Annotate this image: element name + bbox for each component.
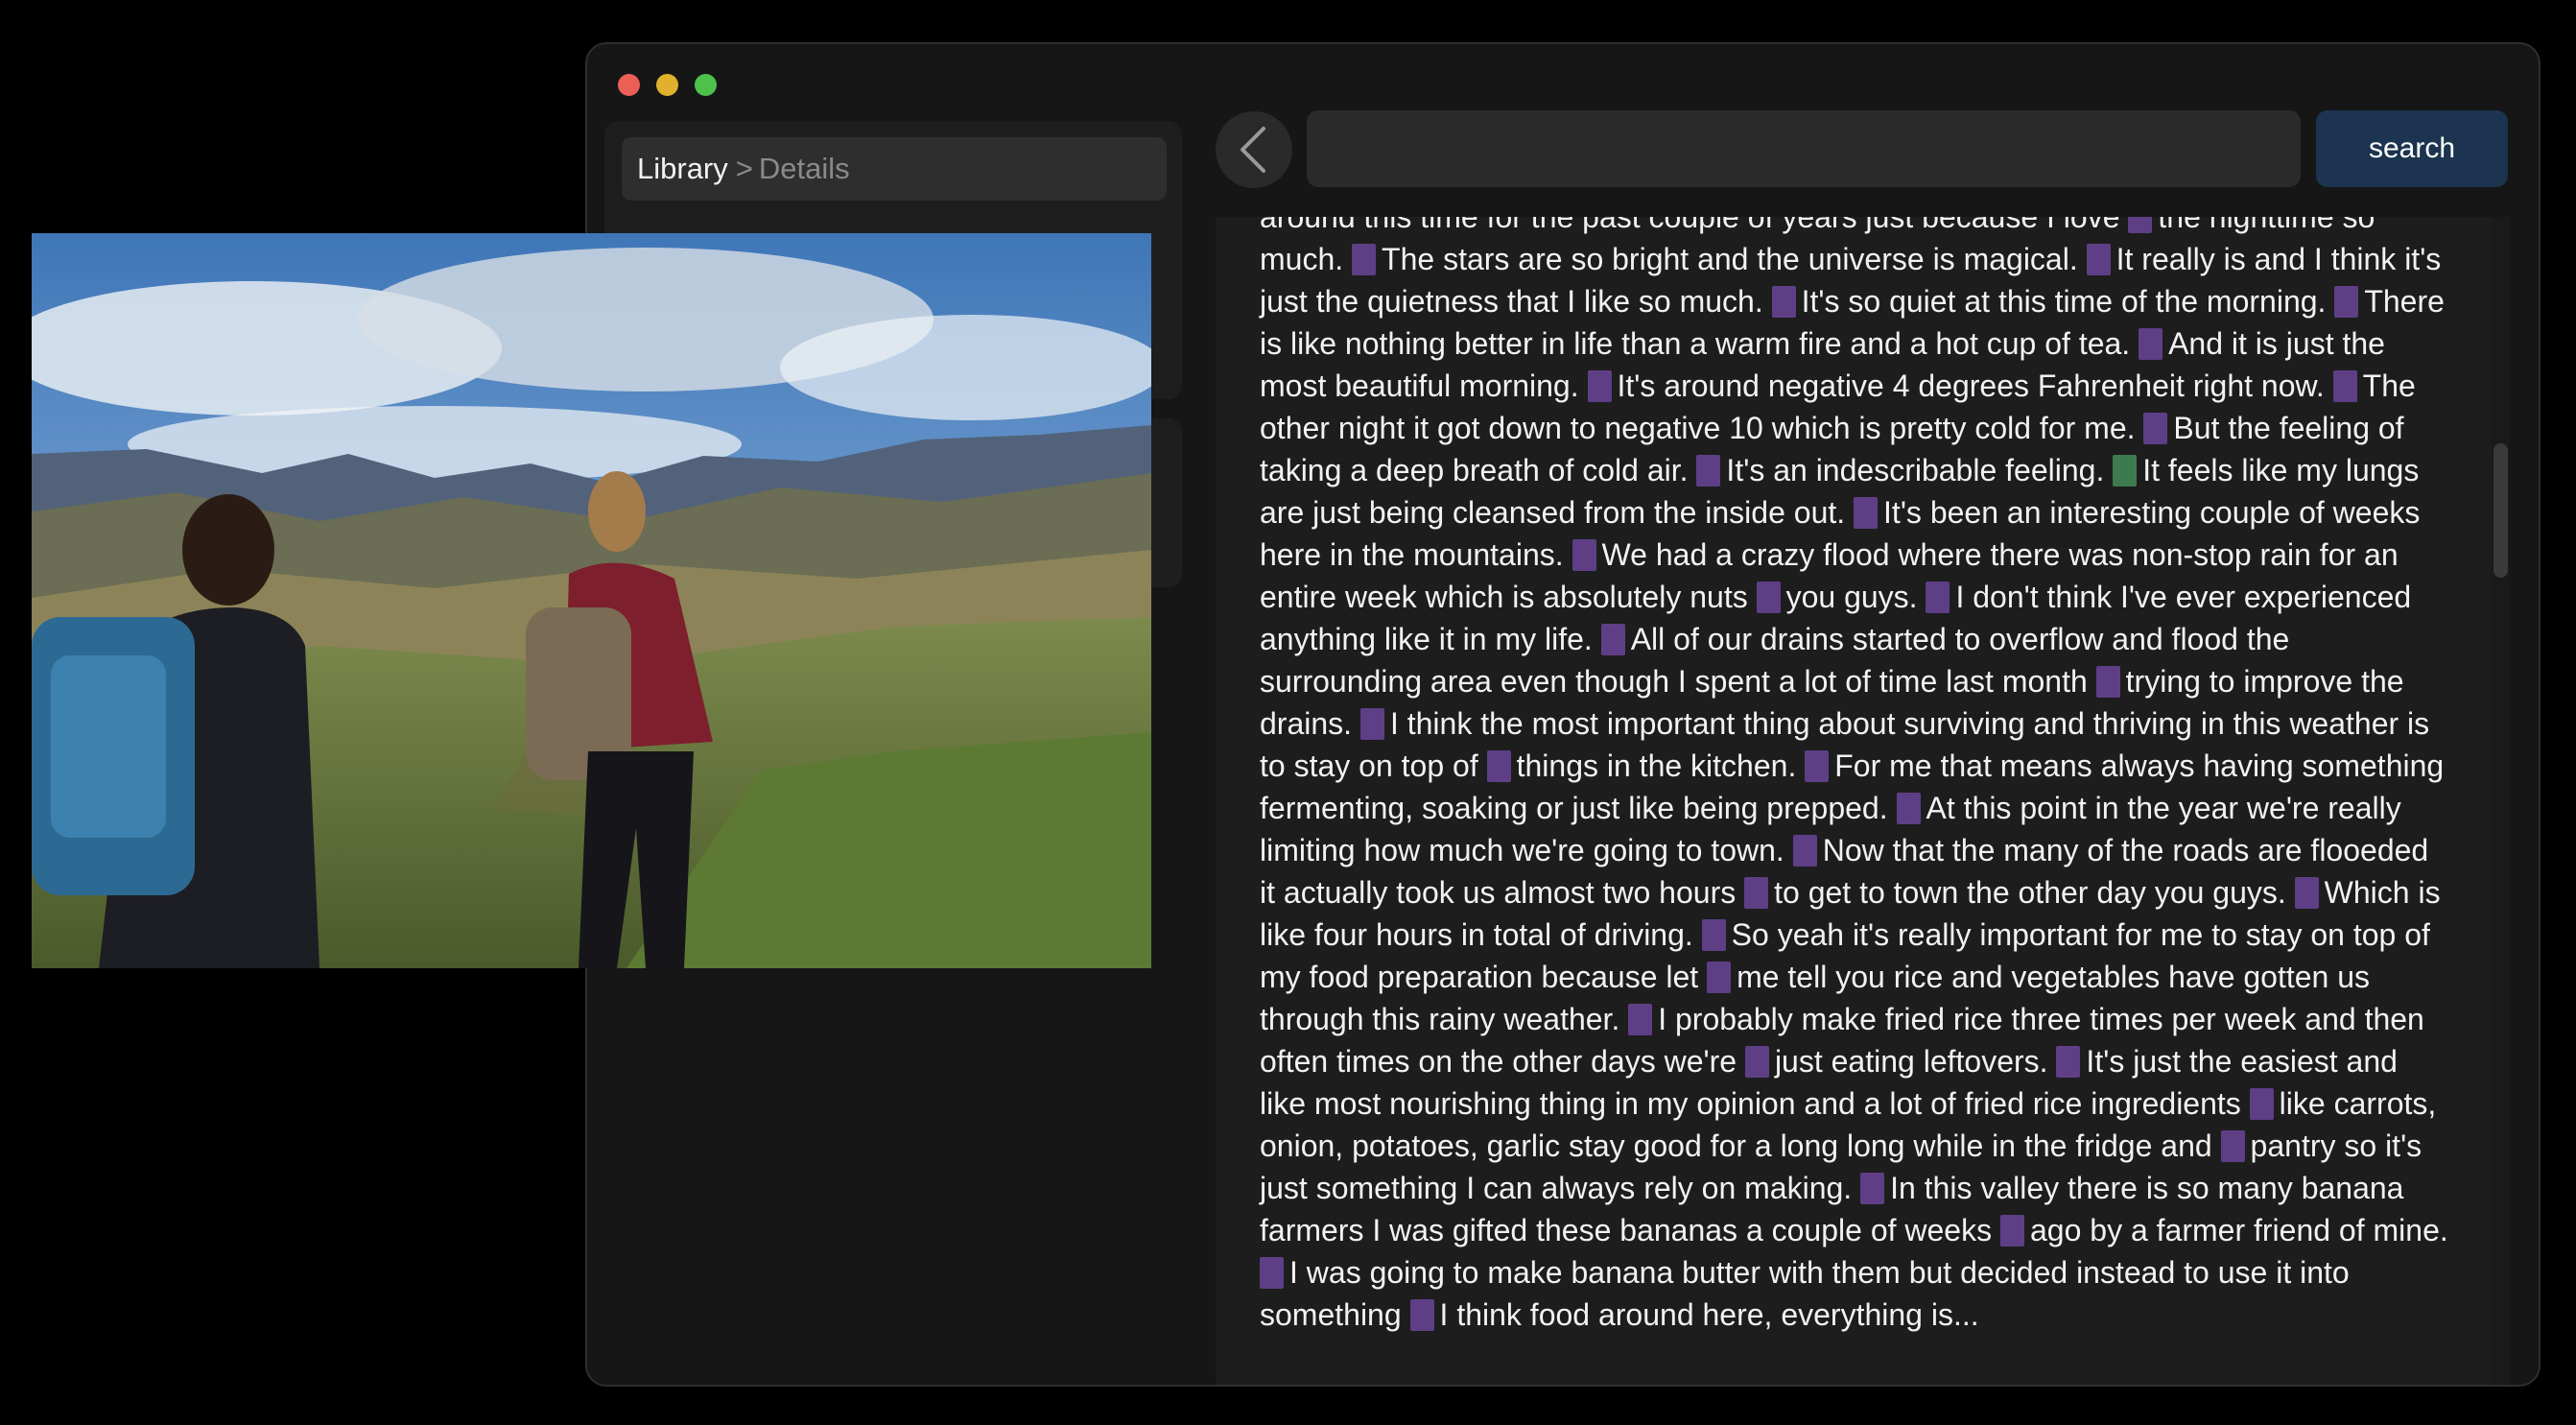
segment-marker[interactable]	[2334, 286, 2359, 318]
segment-marker[interactable]	[1926, 582, 1950, 613]
breadcrumb-separator: >	[735, 152, 753, 185]
segment-marker[interactable]	[1854, 497, 1879, 529]
transcript-segment[interactable]: It's an indescribable feeling.	[1726, 453, 2113, 487]
segment-marker[interactable]	[1600, 624, 1625, 655]
segment-marker[interactable]	[2139, 328, 2163, 360]
segment-marker[interactable]	[2056, 1046, 2081, 1078]
breadcrumb-library-link[interactable]: Library	[637, 152, 728, 186]
transcript-segment[interactable]: It's around negative 4 degrees Fahrenhei…	[1618, 368, 2333, 403]
segment-marker[interactable]	[1628, 1004, 1653, 1035]
search-button[interactable]: search	[2316, 110, 2508, 187]
hikers-photo	[32, 233, 1151, 968]
transcript-segment[interactable]: I think food around here, everything is.…	[1440, 1297, 1979, 1332]
segment-marker[interactable]	[2086, 244, 2111, 275]
segment-marker[interactable]	[2249, 1088, 2274, 1120]
breadcrumb-current: Details	[758, 152, 850, 185]
photo-image	[32, 233, 1151, 968]
segment-marker[interactable]	[1572, 539, 1596, 571]
transcript-scrollbar[interactable]	[2492, 217, 2510, 1385]
segment-marker[interactable]	[2095, 666, 2120, 698]
transcript-segment[interactable]: things in the kitchen.	[1517, 748, 1806, 783]
search-input[interactable]	[1307, 110, 2301, 187]
breadcrumb: Library > Details	[622, 137, 1167, 201]
segment-marker[interactable]	[2143, 413, 2168, 444]
chevron-left-icon	[1241, 127, 1265, 173]
segment-marker[interactable]	[2128, 217, 2153, 233]
segment-marker[interactable]	[1707, 962, 1732, 993]
segment-marker[interactable]	[1999, 1215, 2024, 1247]
segment-marker[interactable]	[1409, 1299, 1434, 1331]
segment-marker[interactable]	[2332, 370, 2357, 402]
segment-marker[interactable]	[1860, 1173, 1885, 1204]
transcript-segment[interactable]: ago by a farmer friend of mine.	[2030, 1213, 2448, 1247]
segment-marker[interactable]	[1744, 1046, 1769, 1078]
segment-marker[interactable]	[1587, 370, 1612, 402]
transcript-segment[interactable]: The stars are so bright and the universe…	[1382, 242, 2087, 276]
segment-marker[interactable]	[2294, 877, 2319, 909]
close-window-button[interactable]	[618, 74, 640, 96]
transcript-text: around this time for the past couple of …	[1260, 217, 2449, 1336]
transcript-segment[interactable]: to get to town the other day you guys.	[1774, 875, 2295, 910]
segment-marker[interactable]	[2113, 455, 2138, 487]
segment-marker[interactable]	[1701, 919, 1726, 951]
back-button[interactable]	[1216, 111, 1292, 188]
transcript-segment[interactable]: just eating leftovers.	[1775, 1044, 2056, 1079]
transcript-segment[interactable]: you guys.	[1786, 580, 1926, 614]
minimize-window-button[interactable]	[656, 74, 678, 96]
transcript-segment[interactable]: It's so quiet at this time of the mornin…	[1802, 284, 2335, 319]
segment-marker[interactable]	[1771, 286, 1796, 318]
segment-marker[interactable]	[1696, 455, 1721, 487]
segment-marker[interactable]	[2220, 1130, 2245, 1162]
maximize-window-button[interactable]	[695, 74, 717, 96]
segment-marker[interactable]	[1805, 750, 1830, 782]
segment-marker[interactable]	[1896, 793, 1921, 824]
transcript-panel[interactable]: around this time for the past couple of …	[1216, 217, 2510, 1385]
segment-marker[interactable]	[1359, 708, 1384, 740]
scrollbar-thumb[interactable]	[2493, 443, 2508, 578]
segment-marker[interactable]	[1486, 750, 1511, 782]
segment-marker[interactable]	[1756, 582, 1781, 613]
segment-marker[interactable]	[1260, 1257, 1284, 1289]
segment-marker[interactable]	[1792, 835, 1817, 867]
transcript-segment[interactable]: around this time for the past couple of …	[1260, 217, 2128, 234]
segment-marker[interactable]	[1744, 877, 1769, 909]
segment-marker[interactable]	[1352, 244, 1377, 275]
